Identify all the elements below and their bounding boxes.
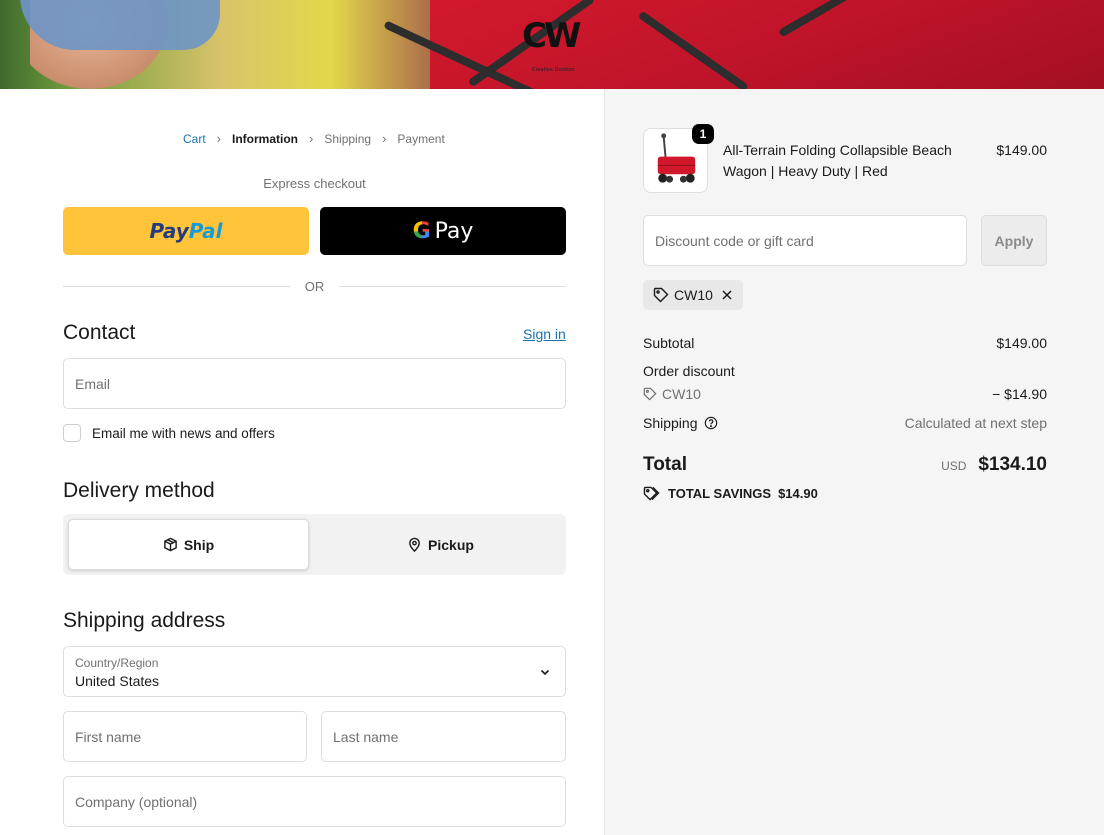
or-divider: OR [63, 278, 566, 296]
delivery-method-heading: Delivery method [63, 479, 215, 502]
first-name-placeholder: First name [75, 728, 142, 745]
shipping-address-heading: Shipping address [63, 609, 226, 632]
ship-option[interactable]: Ship [68, 519, 309, 570]
email-field[interactable]: Email [63, 358, 566, 409]
paypal-logo-pay: Pay [149, 219, 189, 243]
chevron-right-icon: › [382, 131, 387, 146]
company-field[interactable]: Company (optional) [63, 776, 566, 827]
pickup-option[interactable]: Pickup [320, 519, 561, 570]
last-name-field[interactable]: Last name [321, 711, 566, 762]
subtotal-label: Subtotal [643, 335, 695, 351]
help-icon[interactable] [704, 416, 718, 430]
discount-code-label: CW10 [662, 386, 701, 402]
applied-discount-code: CW10 [674, 287, 713, 303]
email-placeholder: Email [75, 375, 111, 392]
newsletter-option[interactable]: Email me with news and offers [63, 424, 275, 442]
sign-in-link[interactable]: Sign in [523, 326, 566, 342]
pickup-label: Pickup [428, 536, 474, 553]
country-label: Country/Region [75, 656, 159, 670]
paypal-logo-pal: Pal [188, 219, 223, 243]
chevron-down-icon [540, 669, 550, 676]
product-price: $149.00 [996, 142, 1047, 158]
close-icon[interactable] [721, 289, 733, 301]
savings-label: TOTAL SAVINGS [668, 486, 772, 501]
breadcrumb-cart[interactable]: Cart [183, 132, 206, 146]
total-row: Total USD $134.10 [643, 454, 1047, 476]
ship-label: Ship [183, 536, 215, 553]
chevron-right-icon: › [309, 131, 314, 146]
express-checkout-label: Express checkout [263, 176, 366, 191]
country-value: United States [75, 673, 160, 689]
brand-logo[interactable]: CW Creative Outdoor Wagons [522, 14, 584, 73]
subtotal-row: Subtotal $149.00 [643, 335, 1047, 351]
savings-value: $14.90 [778, 486, 818, 501]
quantity-badge: 1 [692, 124, 714, 144]
subtotal-value: $149.00 [996, 335, 1047, 351]
delivery-method-toggle: Ship Pickup [63, 514, 566, 575]
shipping-value: Calculated at next step [904, 415, 1047, 431]
breadcrumb: Cart › Information › Shipping › Payment [183, 131, 445, 146]
box-icon [164, 537, 177, 552]
chevron-right-icon: › [216, 131, 222, 146]
order-discount-label: Order discount [643, 363, 735, 379]
currency-code: USD [941, 459, 967, 473]
product-name: All-Terrain Folding Collapsible Beach Wa… [723, 142, 952, 179]
newsletter-label: Email me with news and offers [92, 425, 275, 441]
brand-logo-subtext: Creative Outdoor Wagons [532, 67, 575, 73]
discount-code-input[interactable]: Discount code or gift card [643, 215, 967, 266]
newsletter-checkbox[interactable] [63, 424, 81, 442]
breadcrumb-shipping: Shipping [324, 131, 372, 146]
total-savings: TOTAL SAVINGS $14.90 [643, 486, 818, 501]
total-label: Total [643, 454, 687, 475]
breadcrumb-payment: Payment [397, 131, 445, 146]
tag-icon [643, 387, 657, 401]
shipping-row: Shipping Calculated at next step [643, 415, 1047, 431]
breadcrumb-information: Information [232, 131, 299, 146]
paypal-button[interactable]: Pay Pal [63, 207, 309, 255]
company-placeholder: Company (optional) [75, 793, 198, 810]
last-name-placeholder: Last name [333, 728, 399, 745]
google-pay-button[interactable]: G Pay [320, 207, 566, 255]
apply-discount-button[interactable]: Apply [981, 215, 1047, 266]
discount-code-row: CW10 − $14.90 [643, 386, 1047, 402]
discount-placeholder: Discount code or gift card [655, 232, 814, 249]
first-name-field[interactable]: First name [63, 711, 307, 762]
discount-amount: − $14.90 [992, 386, 1047, 402]
order-discount-row: Order discount [643, 363, 1047, 379]
location-pin-icon [409, 537, 420, 552]
country-select[interactable]: Country/Region United States [63, 646, 566, 697]
applied-discount-tag: CW10 [643, 280, 743, 310]
tags-icon [643, 486, 660, 501]
total-value: $134.10 [978, 454, 1047, 475]
shipping-label: Shipping [643, 415, 698, 431]
contact-heading: Contact [63, 321, 136, 344]
google-g-icon: G [412, 218, 431, 244]
header-banner: CW Creative Outdoor Wagons [0, 0, 1104, 89]
tag-icon [653, 287, 669, 303]
google-pay-label: Pay [434, 218, 474, 244]
banner-shorts-image [20, 0, 220, 50]
